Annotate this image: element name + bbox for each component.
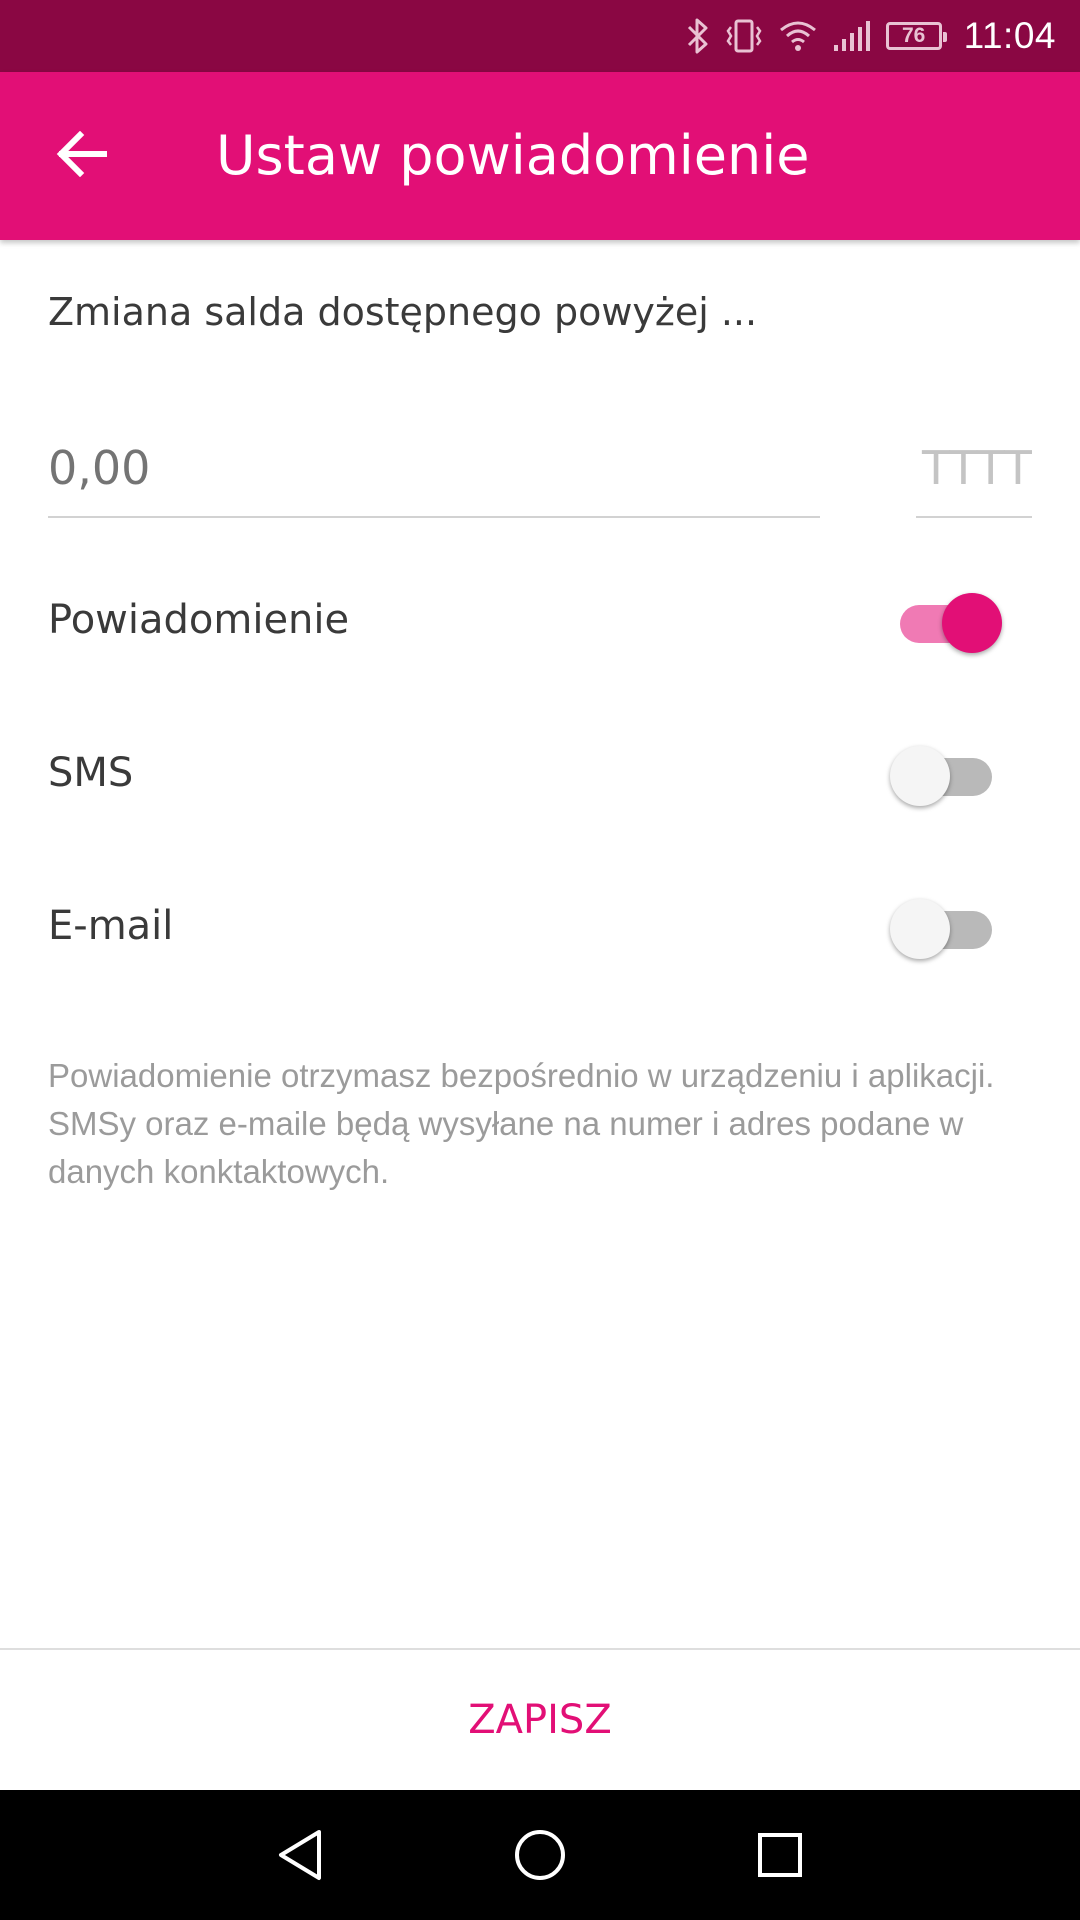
bluetooth-icon bbox=[686, 17, 710, 55]
status-icons: 76 11:04 bbox=[672, 0, 1056, 72]
vibrate-icon bbox=[724, 17, 764, 55]
back-triangle-icon bbox=[275, 1827, 325, 1883]
back-button[interactable] bbox=[34, 108, 130, 204]
switch-thumb bbox=[942, 593, 1002, 653]
home-circle-icon bbox=[513, 1828, 567, 1882]
nav-home-button[interactable] bbox=[500, 1815, 580, 1895]
save-button[interactable]: ZAPISZ bbox=[0, 1650, 1080, 1790]
section-heading: Zmiana salda dostępnego powyżej ... bbox=[48, 290, 758, 334]
toggle-row-sms: SMS bbox=[48, 723, 1032, 823]
toggle-label-notification: Powiadomienie bbox=[48, 597, 350, 643]
signal-icon bbox=[832, 19, 872, 53]
amount-field[interactable] bbox=[48, 432, 820, 518]
app-bar: Ustaw powiadomienie bbox=[0, 72, 1080, 240]
toggle-label-email: E-mail bbox=[48, 903, 174, 949]
toggle-row-email: E-mail bbox=[48, 876, 1032, 976]
amount-input[interactable] bbox=[48, 432, 820, 504]
notification-switch[interactable] bbox=[890, 585, 1002, 655]
nav-bar bbox=[0, 1790, 1080, 1920]
arrow-back-icon bbox=[56, 130, 108, 182]
toggle-row-notification: Powiadomienie bbox=[48, 570, 1032, 670]
nav-recents-button[interactable] bbox=[740, 1815, 820, 1895]
sms-switch[interactable] bbox=[890, 738, 1002, 808]
info-text: Powiadomienie otrzymasz bezpośrednio w u… bbox=[48, 1057, 995, 1190]
battery-icon: 76 bbox=[885, 22, 947, 50]
recents-square-icon bbox=[756, 1831, 804, 1879]
status-time: 11:04 bbox=[963, 15, 1056, 56]
switch-thumb bbox=[890, 899, 950, 959]
nav-back-button[interactable] bbox=[260, 1815, 340, 1895]
battery-level: 76 bbox=[901, 24, 926, 47]
status-bar: 76 11:04 bbox=[0, 0, 1080, 72]
page-title: Ustaw powiadomienie bbox=[216, 124, 810, 187]
email-switch[interactable] bbox=[890, 891, 1002, 961]
switch-thumb bbox=[890, 746, 950, 806]
toggle-label-sms: SMS bbox=[48, 750, 134, 796]
currency-field[interactable] bbox=[916, 432, 1032, 518]
currency-input[interactable] bbox=[916, 432, 1032, 504]
wifi-icon bbox=[778, 18, 818, 54]
